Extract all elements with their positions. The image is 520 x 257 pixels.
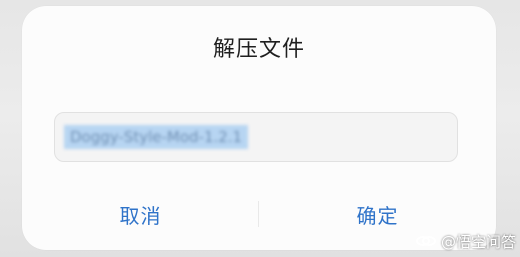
dialog-title: 解压文件	[212, 37, 305, 62]
filename-input[interactable]: Doggy-Style-Mod-1.2.1	[54, 112, 458, 162]
watermark: @悟空问答	[415, 231, 516, 251]
wukong-logo-icon	[415, 236, 436, 246]
extract-file-dialog: 解压文件 Doggy-Style-Mod-1.2.1 取消 确定	[22, 6, 496, 250]
watermark-text: @悟空问答	[440, 232, 516, 251]
cancel-button[interactable]: 取消	[22, 190, 259, 238]
filename-selected-text[interactable]: Doggy-Style-Mod-1.2.1	[64, 125, 249, 149]
